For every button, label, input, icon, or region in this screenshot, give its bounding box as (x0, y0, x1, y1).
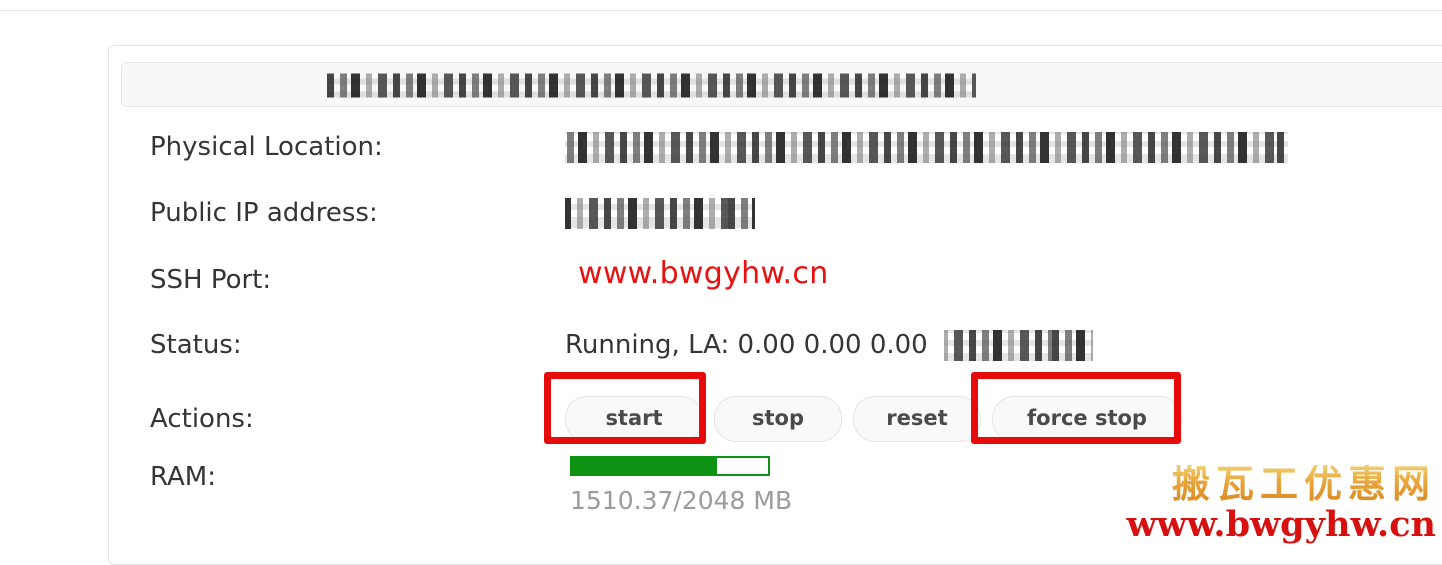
row-physical-location: Physical Location: REDACTED, Location Da… (150, 132, 1410, 164)
label-ram: RAM: (150, 462, 216, 492)
value-public-ip-redacted: 11.11.111.111 (565, 198, 756, 230)
value-status: Running, LA: 0.00 0.00 0.00 uptime info (565, 330, 1093, 362)
row-status: Status: Running, LA: 0.00 0.00 0.00 upti… (150, 330, 1410, 362)
value-actions: start stop reset force stop (565, 396, 1182, 443)
ram-progress-bar (570, 455, 770, 476)
value-public-ip: 11.11.111.111 (565, 198, 756, 230)
action-button-bar: start stop reset force stop (565, 396, 1182, 443)
row-public-ip: Public IP address: 11.11.111.111 (150, 198, 1410, 230)
row-ssh-port: SSH Port: www.bwgyhw.cn (150, 256, 1410, 298)
row-actions: Actions: start stop reset force stop (150, 396, 1410, 443)
label-public-ip: Public IP address: (150, 198, 378, 229)
force-stop-button[interactable]: force stop (992, 396, 1182, 443)
ram-usage-text: 1510.37/2048 MB (570, 485, 793, 515)
inline-url-watermark: www.bwgyhw.cn (578, 256, 829, 291)
label-physical-location: Physical Location: (150, 132, 383, 163)
row-ram: RAM: 1510.37/2048 MB (150, 455, 1410, 515)
start-button[interactable]: start (565, 396, 703, 443)
stop-button[interactable]: stop (714, 396, 842, 443)
value-physical-location: REDACTED, Location Data Center, USA DC-X… (565, 132, 1288, 164)
label-status: Status: (150, 330, 242, 361)
label-actions: Actions: (150, 403, 254, 434)
reset-button[interactable]: reset (853, 396, 981, 443)
panel-header-title-redacted: REDACTED_VPS | HOSTNAME-LOCATION-SERVER … (326, 73, 977, 97)
panel-header-title: REDACTED_VPS | HOSTNAME-LOCATION-SERVER … (122, 72, 1442, 97)
value-physical-location-redacted: REDACTED, Location Data Center, USA DC-X… (565, 132, 1288, 164)
ram-progress-fill (572, 457, 717, 474)
panel-header: REDACTED_VPS | HOSTNAME-LOCATION-SERVER … (121, 62, 1442, 107)
top-divider (0, 10, 1442, 11)
label-ssh-port: SSH Port: (150, 265, 272, 296)
status-text-redacted: uptime info (943, 330, 1093, 362)
status-text: Running, LA: 0.00 0.00 0.00 (565, 330, 928, 361)
